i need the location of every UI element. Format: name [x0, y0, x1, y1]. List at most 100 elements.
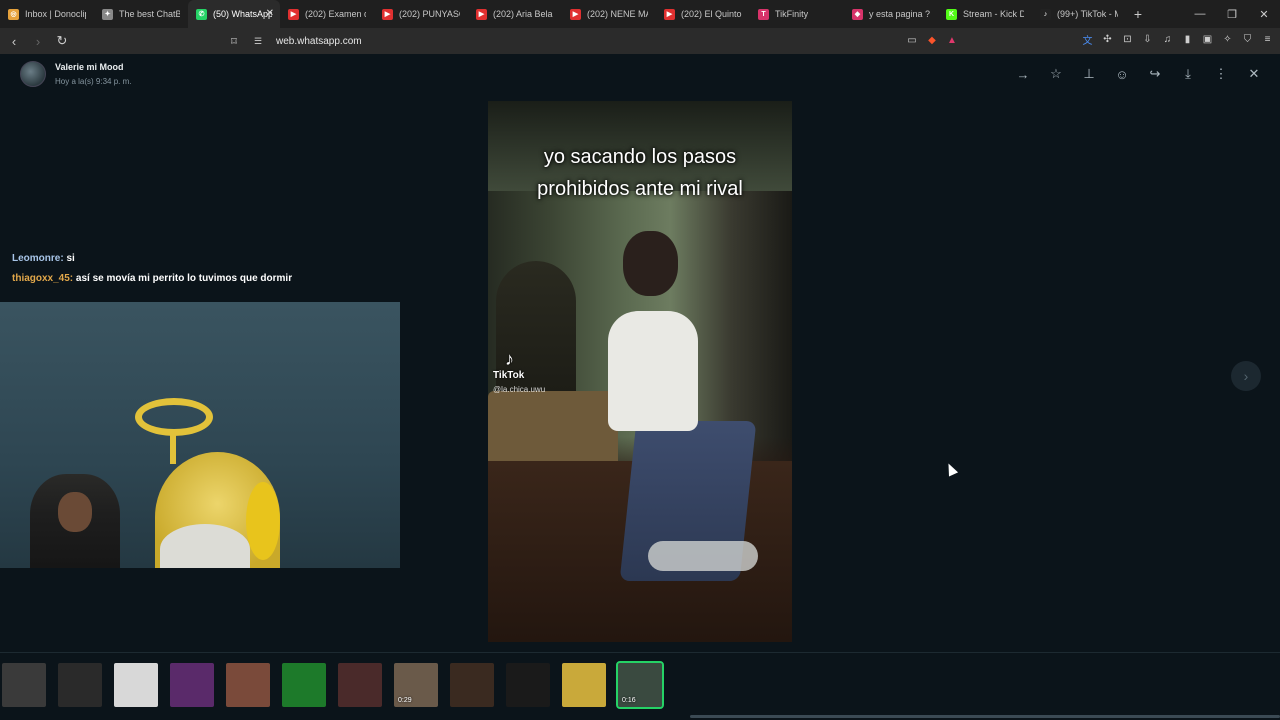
- music-icon[interactable]: ♫: [1161, 33, 1174, 46]
- media-thumbnail[interactable]: [282, 663, 326, 707]
- new-tab-icon[interactable]: +: [1126, 0, 1150, 28]
- browser-tab[interactable]: ▶ (202) NENE MAL: [562, 0, 656, 28]
- menu-icon[interactable]: ⋮: [1213, 66, 1229, 82]
- tiktok-username: @la.chica.uwu: [493, 385, 546, 394]
- url-text: web.whatsapp.com: [276, 35, 362, 47]
- media-viewer-header: Valerie mi Mood Hoy a la(s) 9:34 p. m. →…: [0, 54, 1280, 96]
- tab-label: (202) Examen de: [305, 9, 366, 19]
- minimize-icon[interactable]: —: [1184, 0, 1216, 28]
- tab-favicon-icon: ▶: [382, 8, 393, 20]
- browser-tabstrip: ◎ Inbox | Donoclip ✦ The best ChatBot ✆ (50) …: [0, 0, 1280, 28]
- avatar[interactable]: [20, 61, 46, 87]
- tab-favicon-icon: ◆: [852, 8, 863, 20]
- tab-label: TikFinity: [775, 9, 809, 19]
- browser-tab[interactable]: ▶ (202) El Quinto: [656, 0, 750, 28]
- media-actions: → ☆ ⊥ ☺ ↪ ⤓ ⋮ ✕: [1015, 66, 1262, 82]
- tab-label: Stream - Kick Da: [963, 9, 1024, 19]
- window-controls: — ❐ ✕: [1184, 0, 1280, 28]
- browser-menu-icon[interactable]: ≡: [1261, 33, 1274, 46]
- forward-icon[interactable]: →: [1015, 66, 1031, 82]
- stream-chat: Leomonre: si thiagoxx_45: así se movía m…: [12, 249, 292, 289]
- chat-username: thiagoxx_45:: [12, 273, 74, 284]
- media-thumbnail-strip: 0:29 0:16: [0, 652, 1280, 720]
- costume-antenna: [170, 434, 176, 464]
- browser-tab[interactable]: ✆ (50) WhatsApp ✕: [188, 0, 280, 28]
- restore-icon[interactable]: ❐: [1216, 0, 1248, 28]
- bookmark-icon[interactable]: ⌑: [224, 31, 244, 51]
- caption-line: prohibidos ante mi rival: [537, 178, 743, 200]
- browser-tab[interactable]: ▶ (202) Examen de: [280, 0, 374, 28]
- sender-timestamp: Hoy a la(s) 9:34 p. m.: [55, 77, 132, 86]
- video-caption: yo sacando los pasos prohibidos ante mi …: [488, 141, 792, 205]
- media-thumbnail[interactable]: [450, 663, 494, 707]
- background-person-face: [58, 492, 92, 532]
- tab-favicon-icon: K: [946, 8, 957, 20]
- cast-icon[interactable]: ▭: [906, 34, 918, 46]
- share-icon[interactable]: ↪: [1147, 66, 1163, 82]
- media-thumbnail[interactable]: [114, 663, 158, 707]
- address-bar[interactable]: ⌑ ☰ web.whatsapp.com ▭ ◆ ▲: [220, 31, 966, 51]
- leo-icon[interactable]: ✧: [1221, 33, 1234, 46]
- tab-favicon-icon: ✆: [196, 8, 207, 20]
- media-video[interactable]: yo sacando los pasos prohibidos ante mi …: [488, 101, 792, 642]
- media-thumbnail[interactable]: 0:29: [394, 663, 438, 707]
- browser-tab[interactable]: K Stream - Kick Da: [938, 0, 1032, 28]
- tab-close-icon[interactable]: ✕: [266, 8, 274, 19]
- media-thumbnail[interactable]: [2, 663, 46, 707]
- extensions-icon[interactable]: ✣: [1101, 33, 1114, 46]
- tab-favicon-icon: ◎: [8, 8, 19, 20]
- media-thumbnail[interactable]: 0:16: [616, 661, 664, 709]
- tab-label: Inbox | Donoclip: [25, 9, 86, 19]
- dancer-shoes: [648, 541, 758, 571]
- site-info-icon[interactable]: ☰: [248, 31, 268, 51]
- media-thumbnail[interactable]: [506, 663, 550, 707]
- translate-icon[interactable]: 文: [1081, 33, 1094, 47]
- tab-favicon-icon: ♪: [1040, 8, 1051, 20]
- screenshot-icon[interactable]: ⊡: [1121, 33, 1134, 46]
- brave-shield-icon[interactable]: ◆: [926, 34, 938, 46]
- browser-tab[interactable]: ◆ y esta pagina ?: [844, 0, 938, 28]
- wallet-icon[interactable]: ▣: [1201, 33, 1214, 46]
- star-icon[interactable]: ☆: [1048, 66, 1064, 82]
- browser-tab[interactable]: ✦ The best ChatBot: [94, 0, 188, 28]
- chat-message: si: [66, 253, 75, 264]
- window-close-icon[interactable]: ✕: [1248, 0, 1280, 28]
- chat-message: así se movía mi perrito lo tuvimos que d…: [75, 273, 293, 284]
- media-thumbnail[interactable]: [58, 663, 102, 707]
- close-icon[interactable]: ✕: [1246, 66, 1262, 82]
- thumbnail-scrollbar[interactable]: [690, 715, 1280, 718]
- media-thumbnail[interactable]: [562, 663, 606, 707]
- thumbnail-duration: 0:16: [622, 697, 636, 704]
- pin-icon[interactable]: ⊥: [1081, 66, 1097, 82]
- tab-label: (202) NENE MAL: [587, 9, 648, 19]
- costume-halo: [135, 398, 213, 436]
- tab-label: (50) WhatsApp: [213, 9, 272, 19]
- tab-favicon-icon: T: [758, 8, 769, 20]
- download-bar-icon[interactable]: ⇩: [1141, 33, 1154, 46]
- sender-name: Valerie mi Mood: [55, 62, 124, 72]
- forward-nav-icon[interactable]: ›: [28, 31, 48, 51]
- tab-label: y esta pagina ?: [869, 9, 930, 19]
- download-icon[interactable]: ⤓: [1180, 66, 1196, 82]
- emoji-icon[interactable]: ☺: [1114, 66, 1130, 82]
- chevron-right-icon: ›: [1243, 368, 1249, 384]
- costume-ear: [246, 482, 280, 560]
- back-icon[interactable]: ‹: [4, 31, 24, 51]
- browser-tab[interactable]: ♪ (99+) TikTok - Ma: [1032, 0, 1126, 28]
- brave-rewards-icon[interactable]: ▲: [946, 34, 958, 46]
- reload-icon[interactable]: ↻: [52, 31, 72, 51]
- vpn-icon[interactable]: ⛉: [1241, 33, 1254, 46]
- browser-tab[interactable]: ▶ (202) PUNYASO: [374, 0, 468, 28]
- browser-tab[interactable]: ◎ Inbox | Donoclip: [0, 0, 94, 28]
- caption-line: yo sacando los pasos: [543, 146, 737, 168]
- media-thumbnail[interactable]: [226, 663, 270, 707]
- tab-favicon-icon: ✦: [102, 8, 113, 20]
- sidebar-icon[interactable]: ▮: [1181, 33, 1194, 46]
- browser-tab[interactable]: ▶ (202) Aria Bela -: [468, 0, 562, 28]
- tab-label: (202) Aria Bela -: [493, 9, 554, 19]
- chat-line: Leomonre: si: [12, 249, 292, 269]
- media-thumbnail[interactable]: [170, 663, 214, 707]
- media-thumbnail[interactable]: [338, 663, 382, 707]
- browser-tab[interactable]: T TikFinity: [750, 0, 844, 28]
- next-media-button[interactable]: ›: [1231, 361, 1261, 391]
